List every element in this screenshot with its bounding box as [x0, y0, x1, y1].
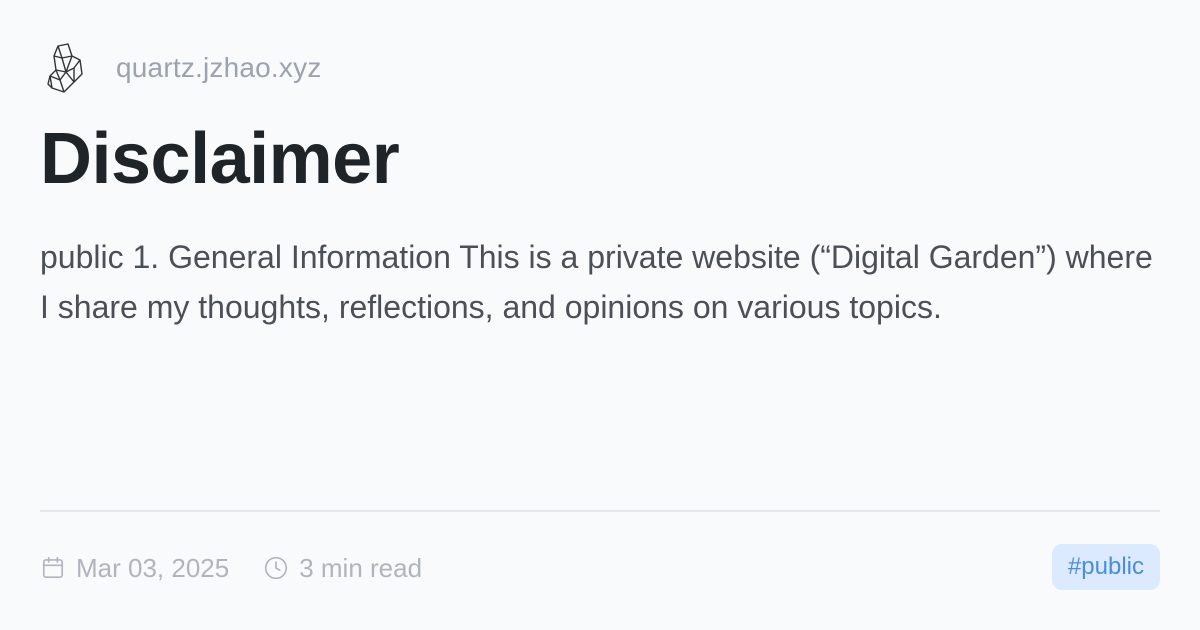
- site-header: quartz.jzhao.xyz: [44, 42, 322, 94]
- reading-time: 3 min read: [299, 552, 423, 583]
- page-description: public 1. General Information This is a …: [40, 239, 1153, 325]
- page-meta: Mar 03, 2025 3 min read: [40, 549, 422, 587]
- tag-public[interactable]: #public: [1051, 544, 1160, 590]
- date-meta: Mar 03, 2025: [40, 553, 229, 584]
- reading-time-meta: 3 min read: [263, 553, 422, 584]
- og-card: quartz.jzhao.xyz Disclaimer public 1. Ge…: [0, 0, 1200, 630]
- divider: [40, 510, 1160, 512]
- page-title: Disclaimer: [40, 119, 400, 199]
- calendar-icon: [42, 556, 64, 579]
- crystal-logo-icon: [47, 43, 83, 93]
- publish-date: Mar 03, 2025: [76, 552, 230, 583]
- site-url[interactable]: quartz.jzhao.xyz: [116, 52, 322, 84]
- clock-icon: [265, 556, 288, 580]
